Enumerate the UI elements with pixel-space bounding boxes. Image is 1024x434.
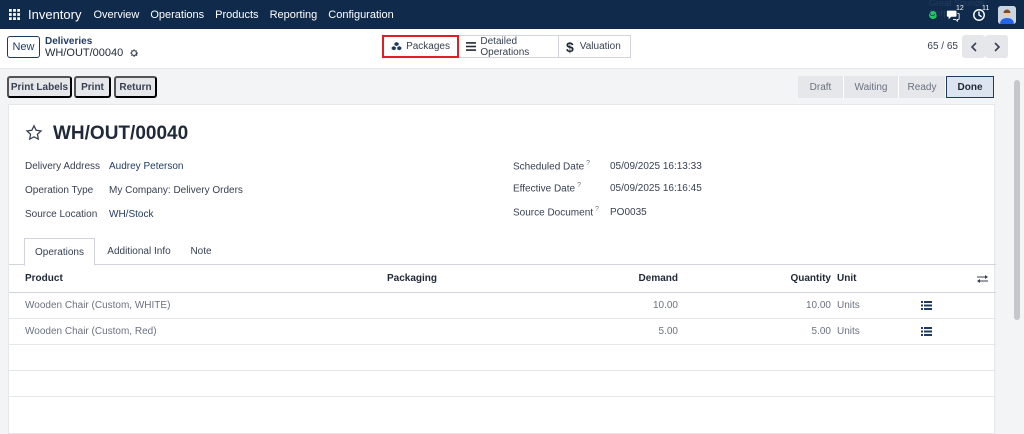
delivery-address-value[interactable]: Audrey Peterson — [109, 161, 184, 172]
scheduled-date-value[interactable]: 05/09/2025 16:13:33 — [610, 161, 702, 172]
help-icon[interactable]: ? — [595, 206, 599, 213]
menu-overview[interactable]: Overview — [93, 9, 139, 21]
header-demand[interactable]: Demand — [609, 265, 678, 292]
header-quantity[interactable]: Quantity — [749, 265, 831, 292]
control-panel: New Deliveries WH/OUT/00040 Packages Det… — [0, 29, 1024, 69]
table-header: Product Packaging Demand Quantity Unit — [9, 265, 996, 293]
form-sheet: WH/OUT/00040 Delivery Address Audrey Pet… — [8, 104, 996, 434]
row-unit: Units — [837, 300, 860, 311]
form-tabs: Operations Additional Info Note — [9, 238, 996, 266]
effective-date-label-text: Effective Date — [513, 183, 576, 195]
source-location-value[interactable]: WH/Stock — [109, 209, 153, 220]
breadcrumb-current-label: WH/OUT/00040 — [45, 47, 124, 59]
chevron-left-icon — [970, 41, 977, 52]
chevron-right-icon — [993, 41, 1000, 52]
chat-icon[interactable]: 12 — [946, 5, 964, 23]
detailed-operations-label: Detailed Operations — [480, 35, 530, 58]
row-demand: 10.00 — [652, 300, 678, 311]
pager-previous-button[interactable] — [962, 35, 985, 58]
cubes-icon — [391, 41, 402, 51]
print-button[interactable]: Print — [74, 76, 111, 98]
menu-operations[interactable]: Operations — [150, 9, 204, 21]
packages-button[interactable]: Packages — [382, 35, 459, 58]
stage-waiting[interactable]: Waiting — [844, 76, 899, 98]
header-packaging[interactable]: Packaging — [387, 265, 437, 292]
row-quantity: 5.00 — [811, 326, 831, 337]
header-unit[interactable]: Unit — [837, 265, 856, 292]
page-scrollbar[interactable] — [1014, 80, 1020, 320]
source-document-value[interactable]: PO0035 — [610, 207, 647, 218]
operations-table: Product Packaging Demand Quantity Unit W… — [9, 265, 996, 397]
tab-operations[interactable]: Operations — [24, 238, 95, 266]
stage-draft[interactable]: Draft — [798, 76, 844, 98]
app-name[interactable]: Inventory — [28, 7, 81, 22]
breadcrumb-deliveries[interactable]: Deliveries — [45, 36, 92, 47]
stage-ready[interactable]: Ready — [899, 76, 946, 98]
chat-count-badge: 12 — [956, 4, 964, 12]
breadcrumb-current: WH/OUT/00040 — [45, 47, 139, 59]
details-list-icon[interactable] — [921, 319, 932, 344]
menu-configuration[interactable]: Configuration — [328, 9, 393, 21]
row-product: Wooden Chair (Custom, Red) — [25, 326, 157, 337]
tab-note[interactable]: Note — [181, 238, 221, 265]
pager-value[interactable]: 65 / 65 — [927, 41, 958, 52]
user-avatar[interactable] — [998, 5, 1016, 24]
empty-row — [9, 371, 996, 397]
smart-buttons: Packages Detailed Operations $ Valuation — [382, 35, 631, 58]
help-icon[interactable]: ? — [577, 182, 581, 189]
stage-done[interactable]: Done — [946, 76, 994, 98]
pager-next-button[interactable] — [985, 35, 1008, 58]
empty-row[interactable] — [9, 345, 996, 371]
details-list-icon[interactable] — [921, 293, 932, 318]
scheduled-date-label: Scheduled Date? — [513, 160, 590, 172]
menu-reporting[interactable]: Reporting — [270, 9, 318, 21]
scheduled-date-label-text: Scheduled Date — [513, 161, 585, 173]
list-icon — [466, 42, 477, 51]
action-bar: Print Labels Print Return Draft Waiting … — [0, 69, 1024, 104]
apps-menu-icon[interactable] — [0, 0, 28, 29]
effective-date-value: 05/09/2025 16:16:45 — [610, 183, 702, 194]
gear-icon[interactable] — [129, 48, 139, 58]
valuation-label: Valuation — [579, 41, 621, 52]
row-quantity: 10.00 — [805, 300, 831, 311]
print-labels-button[interactable]: Print Labels — [7, 76, 72, 98]
source-document-label-text: Source Document — [513, 207, 594, 219]
record-title: WH/OUT/00040 — [53, 123, 189, 144]
star-icon[interactable] — [25, 124, 43, 142]
source-document-label: Source Document? — [513, 206, 599, 218]
status-bar: Draft Waiting Ready Done — [798, 76, 994, 98]
effective-date-label: Effective Date? — [513, 182, 581, 194]
table-row[interactable]: Wooden Chair (Custom, Red) 5.00 5.00 Uni… — [9, 319, 996, 345]
return-button[interactable]: Return — [114, 76, 157, 98]
valuation-button[interactable]: $ Valuation — [559, 35, 631, 58]
row-product: Wooden Chair (Custom, WHITE) — [25, 300, 171, 311]
header-product[interactable]: Product — [25, 265, 63, 292]
detailed-operations-button[interactable]: Detailed Operations — [459, 35, 559, 58]
activity-clock-icon[interactable]: 11 — [972, 4, 990, 23]
activity-count-badge: 11 — [982, 4, 990, 12]
help-icon[interactable]: ? — [586, 160, 590, 167]
source-location-label: Source Location — [25, 209, 98, 220]
top-navbar: Inventory Overview Operations Products R… — [0, 0, 1024, 29]
menu-products[interactable]: Products — [215, 9, 258, 21]
optional-columns-icon[interactable] — [977, 265, 988, 292]
tab-additional-info[interactable]: Additional Info — [97, 238, 181, 265]
delivery-address-label: Delivery Address — [25, 161, 101, 172]
row-demand: 5.00 — [658, 326, 678, 337]
operation-type-label: Operation Type — [25, 185, 94, 196]
row-unit: Units — [837, 326, 860, 337]
packages-label: Packages — [406, 41, 450, 52]
dollar-icon: $ — [566, 38, 574, 55]
table-row[interactable]: Wooden Chair (Custom, WHITE) 10.00 10.00… — [9, 293, 996, 319]
new-button[interactable]: New — [7, 36, 40, 58]
operation-type-value[interactable]: My Company: Delivery Orders — [109, 185, 243, 196]
